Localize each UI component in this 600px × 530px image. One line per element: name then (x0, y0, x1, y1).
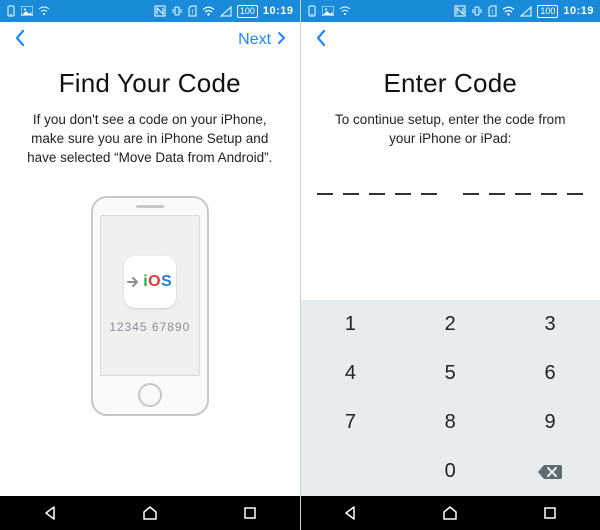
key-2[interactable]: 2 (400, 300, 500, 349)
status-time: 10:19 (263, 5, 294, 17)
back-button[interactable] (14, 29, 26, 51)
android-status-bar: ! 100 10:19 (0, 0, 300, 22)
key-7[interactable]: 7 (301, 398, 401, 447)
nfc-icon (154, 5, 166, 17)
key-3[interactable]: 3 (500, 300, 600, 349)
key-backspace[interactable] (500, 447, 600, 496)
nav-home-button[interactable] (141, 504, 159, 522)
chevron-right-icon (276, 31, 286, 45)
android-nav-bar (301, 496, 600, 530)
image-status-icon (21, 6, 33, 16)
signal-icon (220, 6, 232, 17)
page-subtitle: If you don't see a code on your iPhone, … (24, 111, 276, 168)
screen-enter-code: ! 100 10:19 Enter Code To continue setup… (301, 0, 600, 530)
next-button[interactable]: Next (238, 31, 285, 49)
wifi-icon (502, 6, 515, 17)
move-to-ios-app-icon: iOS (124, 256, 176, 308)
sample-code: 12345 67890 (109, 320, 190, 334)
vibrate-icon (471, 5, 483, 17)
code-input[interactable] (301, 179, 600, 195)
android-nav-bar (0, 496, 300, 530)
wifi-icon (202, 6, 215, 17)
key-9[interactable]: 9 (500, 398, 600, 447)
screen-find-code: ! 100 10:19 Next Find Your Code If you d… (0, 0, 301, 530)
wifi-small-icon (38, 6, 50, 16)
top-nav (301, 22, 600, 58)
image-status-icon (322, 6, 334, 16)
chevron-left-icon (315, 29, 327, 47)
battery-icon: 100 (237, 5, 258, 18)
android-status-bar: ! 100 10:19 (301, 0, 600, 22)
ios-text-icon: iOS (143, 273, 172, 291)
key-4[interactable]: 4 (301, 349, 401, 398)
nfc-icon (454, 5, 466, 17)
nav-back-button[interactable] (341, 504, 359, 522)
phone-status-icon (6, 5, 16, 17)
svg-text:!: ! (492, 10, 494, 16)
page-subtitle: To continue setup, enter the code from y… (325, 111, 577, 149)
key-1[interactable]: 1 (301, 300, 401, 349)
backspace-icon (537, 463, 563, 481)
page-title: Find Your Code (18, 68, 282, 99)
next-label: Next (238, 31, 271, 48)
nav-home-button[interactable] (441, 504, 459, 522)
wifi-small-icon (339, 6, 351, 16)
page-title: Enter Code (319, 68, 583, 99)
key-5[interactable]: 5 (400, 349, 500, 398)
key-6[interactable]: 6 (500, 349, 600, 398)
sim-icon: ! (188, 5, 197, 17)
numeric-keypad: 1 2 3 4 5 6 7 8 9 0 (301, 300, 600, 496)
nav-recent-button[interactable] (241, 504, 259, 522)
home-button-icon (138, 383, 162, 407)
battery-icon: 100 (537, 5, 558, 18)
iphone-illustration: iOS 12345 67890 (91, 196, 209, 416)
back-button[interactable] (315, 29, 327, 51)
illustration: iOS 12345 67890 (0, 168, 300, 496)
key-blank (301, 447, 401, 496)
svg-text:!: ! (191, 10, 193, 16)
arrow-right-icon (127, 275, 141, 289)
chevron-left-icon (14, 29, 26, 47)
status-time: 10:19 (563, 5, 594, 17)
key-0[interactable]: 0 (400, 447, 500, 496)
signal-icon (520, 6, 532, 17)
vibrate-icon (171, 5, 183, 17)
top-nav: Next (0, 22, 300, 58)
phone-status-icon (307, 5, 317, 17)
nav-recent-button[interactable] (541, 504, 559, 522)
sim-icon: ! (488, 5, 497, 17)
key-8[interactable]: 8 (400, 398, 500, 447)
nav-back-button[interactable] (41, 504, 59, 522)
